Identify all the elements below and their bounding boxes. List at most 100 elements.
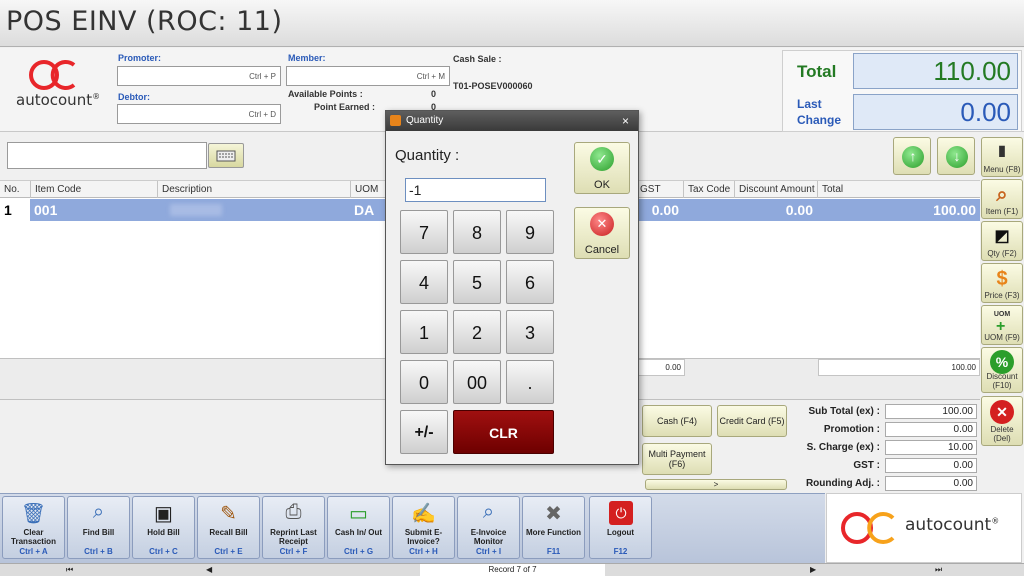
cash-button[interactable]: Cash (F4) bbox=[642, 405, 712, 437]
autocount-logo-text: autocount® bbox=[16, 91, 101, 109]
reprint-receipt-button[interactable]: ⎙ Reprint Last Receipt Ctrl + F bbox=[262, 496, 325, 559]
more-function-button[interactable]: ✖ More Function F11 bbox=[522, 496, 585, 559]
menu-button-label: Menu (F8) bbox=[983, 165, 1021, 174]
dialog-close-button[interactable]: × bbox=[622, 111, 629, 131]
quantity-prompt: Quantity : bbox=[395, 147, 460, 164]
clear-transaction-button[interactable]: 🗑 Clear Transaction Ctrl + A bbox=[2, 496, 65, 559]
keyboard-icon bbox=[216, 150, 236, 162]
nav-last-icon[interactable]: ⏭ bbox=[935, 564, 942, 575]
find-bill-shortcut: Ctrl + B bbox=[84, 547, 113, 556]
more-function-label: More Function bbox=[525, 528, 582, 537]
uom-button-label: UOM (F9) bbox=[984, 333, 1020, 342]
autocount-logo-icon bbox=[29, 60, 76, 90]
menu-icon: ▮ bbox=[998, 142, 1006, 158]
member-field[interactable]: Ctrl + M bbox=[286, 66, 450, 86]
plus-minus-icon: ◩ bbox=[994, 228, 1010, 245]
nav-first-icon[interactable]: ⏮ bbox=[66, 564, 73, 575]
recall-bill-button[interactable]: ✎ Recall Bill Ctrl + E bbox=[197, 496, 260, 559]
cash-icon: ▭ bbox=[349, 503, 368, 525]
summary-total: 100.00 bbox=[818, 359, 980, 376]
key-7[interactable]: 7 bbox=[400, 210, 448, 254]
key-8[interactable]: 8 bbox=[453, 210, 501, 254]
recall-bill-label: Recall Bill bbox=[209, 528, 248, 537]
scroll-down-button[interactable]: ↓ bbox=[937, 137, 975, 175]
key-9[interactable]: 9 bbox=[506, 210, 554, 254]
debtor-label: Debtor: bbox=[118, 92, 150, 102]
quantity-input[interactable]: -1 bbox=[405, 178, 546, 202]
debtor-field[interactable]: Ctrl + D bbox=[117, 104, 281, 124]
monitor-search-icon: ⌕ bbox=[482, 501, 495, 523]
service-charge-value: 10.00 bbox=[885, 440, 977, 455]
last-change-value: 0.00 bbox=[853, 94, 1018, 130]
multi-payment-button[interactable]: Multi Payment (F6) bbox=[642, 443, 712, 475]
price-button[interactable]: $ Price (F3) bbox=[981, 263, 1023, 303]
einvoice-monitor-button[interactable]: ⌕ E-Invoice Monitor Ctrl + I bbox=[457, 496, 520, 559]
window-title: POS EINV (ROC: 11) bbox=[6, 6, 283, 37]
point-earned-label: Point Earned : bbox=[314, 102, 376, 112]
key-decimal[interactable]: . bbox=[506, 360, 554, 404]
nav-prev-icon[interactable]: ◀ bbox=[206, 564, 212, 575]
column-no: No. bbox=[4, 184, 20, 195]
column-tax-code: Tax Code bbox=[683, 181, 730, 198]
record-navigator: ⏮ ◀ Record 7 of 7 ▶ ⏭ bbox=[0, 563, 1024, 576]
cash-in-out-button[interactable]: ▭ Cash In/ Out Ctrl + G bbox=[327, 496, 390, 559]
row-gst: 0.00 bbox=[651, 202, 679, 218]
qty-button[interactable]: ◩ Qty (F2) bbox=[981, 221, 1023, 261]
scroll-up-button[interactable]: ↑ bbox=[893, 137, 931, 175]
key-5[interactable]: 5 bbox=[453, 260, 501, 304]
magnifier-icon: ⌕ bbox=[92, 501, 105, 523]
delete-button[interactable]: ✕ Delete (Del) bbox=[981, 396, 1023, 446]
hold-bill-label: Hold Bill bbox=[147, 528, 180, 537]
clear-key[interactable]: CLR bbox=[453, 410, 554, 454]
row-item-code: 001 bbox=[34, 202, 58, 218]
member-label: Member: bbox=[288, 53, 326, 63]
app-icon bbox=[390, 115, 401, 126]
logout-button[interactable]: ⏻ Logout F12 bbox=[589, 496, 652, 559]
row-total: 100.00 bbox=[933, 202, 976, 218]
submit-einvoice-button[interactable]: ✍ Submit E-Invoice? Ctrl + H bbox=[392, 496, 455, 559]
dialog-title: Quantity bbox=[406, 115, 444, 126]
cash-in-out-shortcut: Ctrl + G bbox=[343, 547, 374, 556]
column-discount-amount: Discount Amount bbox=[734, 181, 815, 198]
column-description: Description bbox=[157, 181, 212, 198]
promoter-field[interactable]: Ctrl + P bbox=[117, 66, 281, 86]
cancel-button[interactable]: ✕ Cancel bbox=[574, 207, 630, 259]
key-0[interactable]: 0 bbox=[400, 360, 448, 404]
find-bill-label: Find Bill bbox=[82, 528, 115, 537]
item-button-label: Item (F1) bbox=[985, 207, 1019, 216]
discount-button[interactable]: % Discount (F10) bbox=[981, 347, 1023, 393]
item-button[interactable]: ⌕ Item (F1) bbox=[981, 179, 1023, 219]
ok-button-label: OK bbox=[594, 179, 610, 191]
promotion-value: 0.00 bbox=[885, 422, 977, 437]
key-00[interactable]: 00 bbox=[453, 360, 501, 404]
rounding-value: 0.00 bbox=[885, 476, 977, 491]
gst-value: 0.00 bbox=[885, 458, 977, 473]
key-6[interactable]: 6 bbox=[506, 260, 554, 304]
key-4[interactable]: 4 bbox=[400, 260, 448, 304]
delete-button-label: Delete (Del) bbox=[990, 425, 1014, 443]
key-plus-minus[interactable]: +/- bbox=[400, 410, 448, 454]
barcode-scan-input[interactable] bbox=[7, 142, 207, 169]
key-3[interactable]: 3 bbox=[506, 310, 554, 354]
submit-einvoice-shortcut: Ctrl + H bbox=[409, 547, 438, 556]
uom-icon: UOM bbox=[993, 311, 1011, 318]
credit-card-button[interactable]: Credit Card (F5) bbox=[717, 405, 787, 437]
logout-shortcut: F12 bbox=[613, 547, 628, 556]
hold-bill-button[interactable]: ▣ Hold Bill Ctrl + C bbox=[132, 496, 195, 559]
uom-button[interactable]: UOM + UOM (F9) bbox=[981, 305, 1023, 345]
find-bill-button[interactable]: ⌕ Find Bill Ctrl + B bbox=[67, 496, 130, 559]
ok-button[interactable]: ✓ OK bbox=[574, 142, 630, 194]
menu-button[interactable]: ▮ Menu (F8) bbox=[981, 137, 1023, 177]
column-item-code: Item Code bbox=[30, 181, 81, 198]
key-1[interactable]: 1 bbox=[400, 310, 448, 354]
total-value: 110.00 bbox=[853, 53, 1018, 89]
cancel-button-label: Cancel bbox=[584, 244, 620, 256]
key-2[interactable]: 2 bbox=[453, 310, 501, 354]
more-function-shortcut: F11 bbox=[546, 547, 561, 556]
dialog-titlebar: Quantity × bbox=[386, 111, 638, 131]
nav-next-icon[interactable]: ▶ bbox=[810, 564, 816, 575]
subtotal-label: Sub Total (ex) : bbox=[808, 406, 880, 417]
keyboard-button[interactable] bbox=[208, 143, 244, 168]
promotion-label: Promotion : bbox=[823, 424, 880, 435]
more-payment-button[interactable]: > bbox=[645, 479, 787, 490]
